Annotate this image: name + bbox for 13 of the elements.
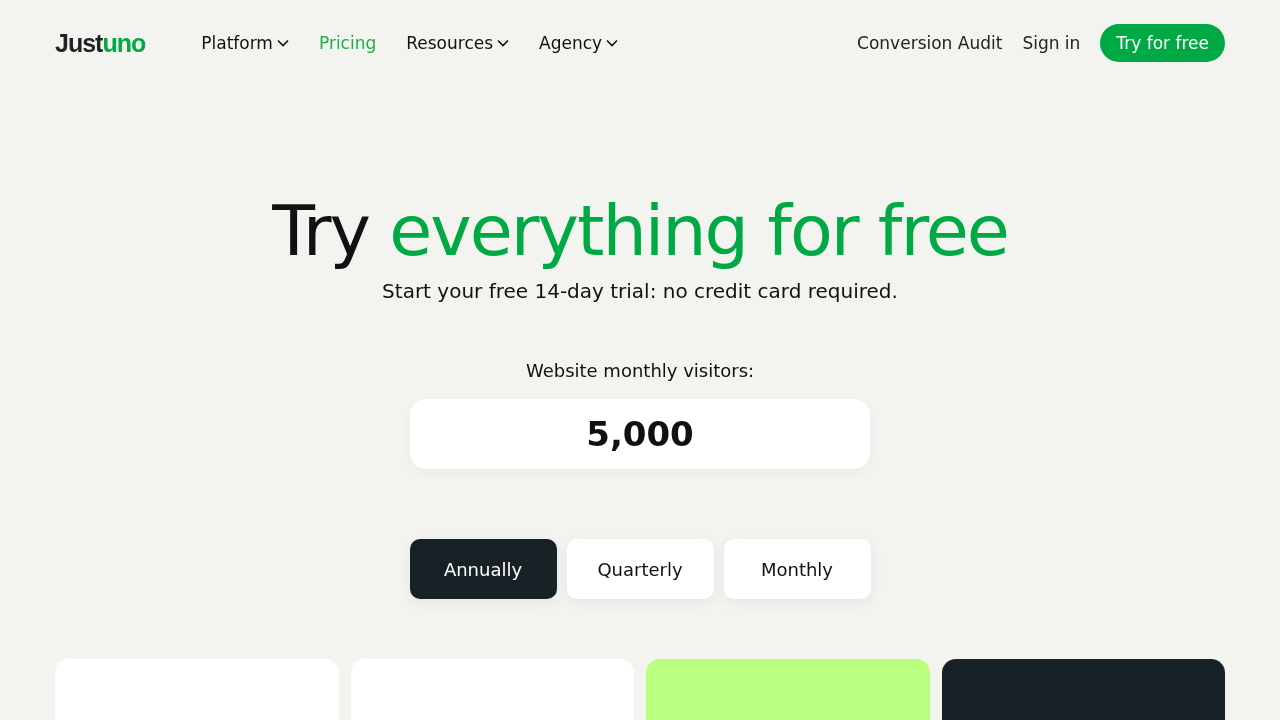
header-link[interactable]: Conversion Audit	[857, 33, 1003, 53]
visitors-label: Website monthly visitors:	[525, 360, 755, 381]
hero-title: Try everything for free	[272, 189, 1008, 274]
nav-link[interactable]: Platform	[201, 33, 289, 53]
hero-subtitle: Start your free 14-day trial: no credit card required.	[382, 278, 898, 305]
logo[interactable]: Justuno	[55, 28, 146, 58]
billing-tab[interactable]: Monthly	[723, 539, 871, 599]
header-link[interactable]: Sign in	[1022, 33, 1081, 53]
nav-link[interactable]: Agency	[539, 33, 619, 53]
nav-link[interactable]: Resources	[406, 33, 510, 53]
billing-tab[interactable]: Annually	[409, 539, 557, 599]
visitors-field[interactable]: 5,000	[410, 399, 870, 469]
billing-tab[interactable]: Quarterly	[566, 539, 714, 599]
